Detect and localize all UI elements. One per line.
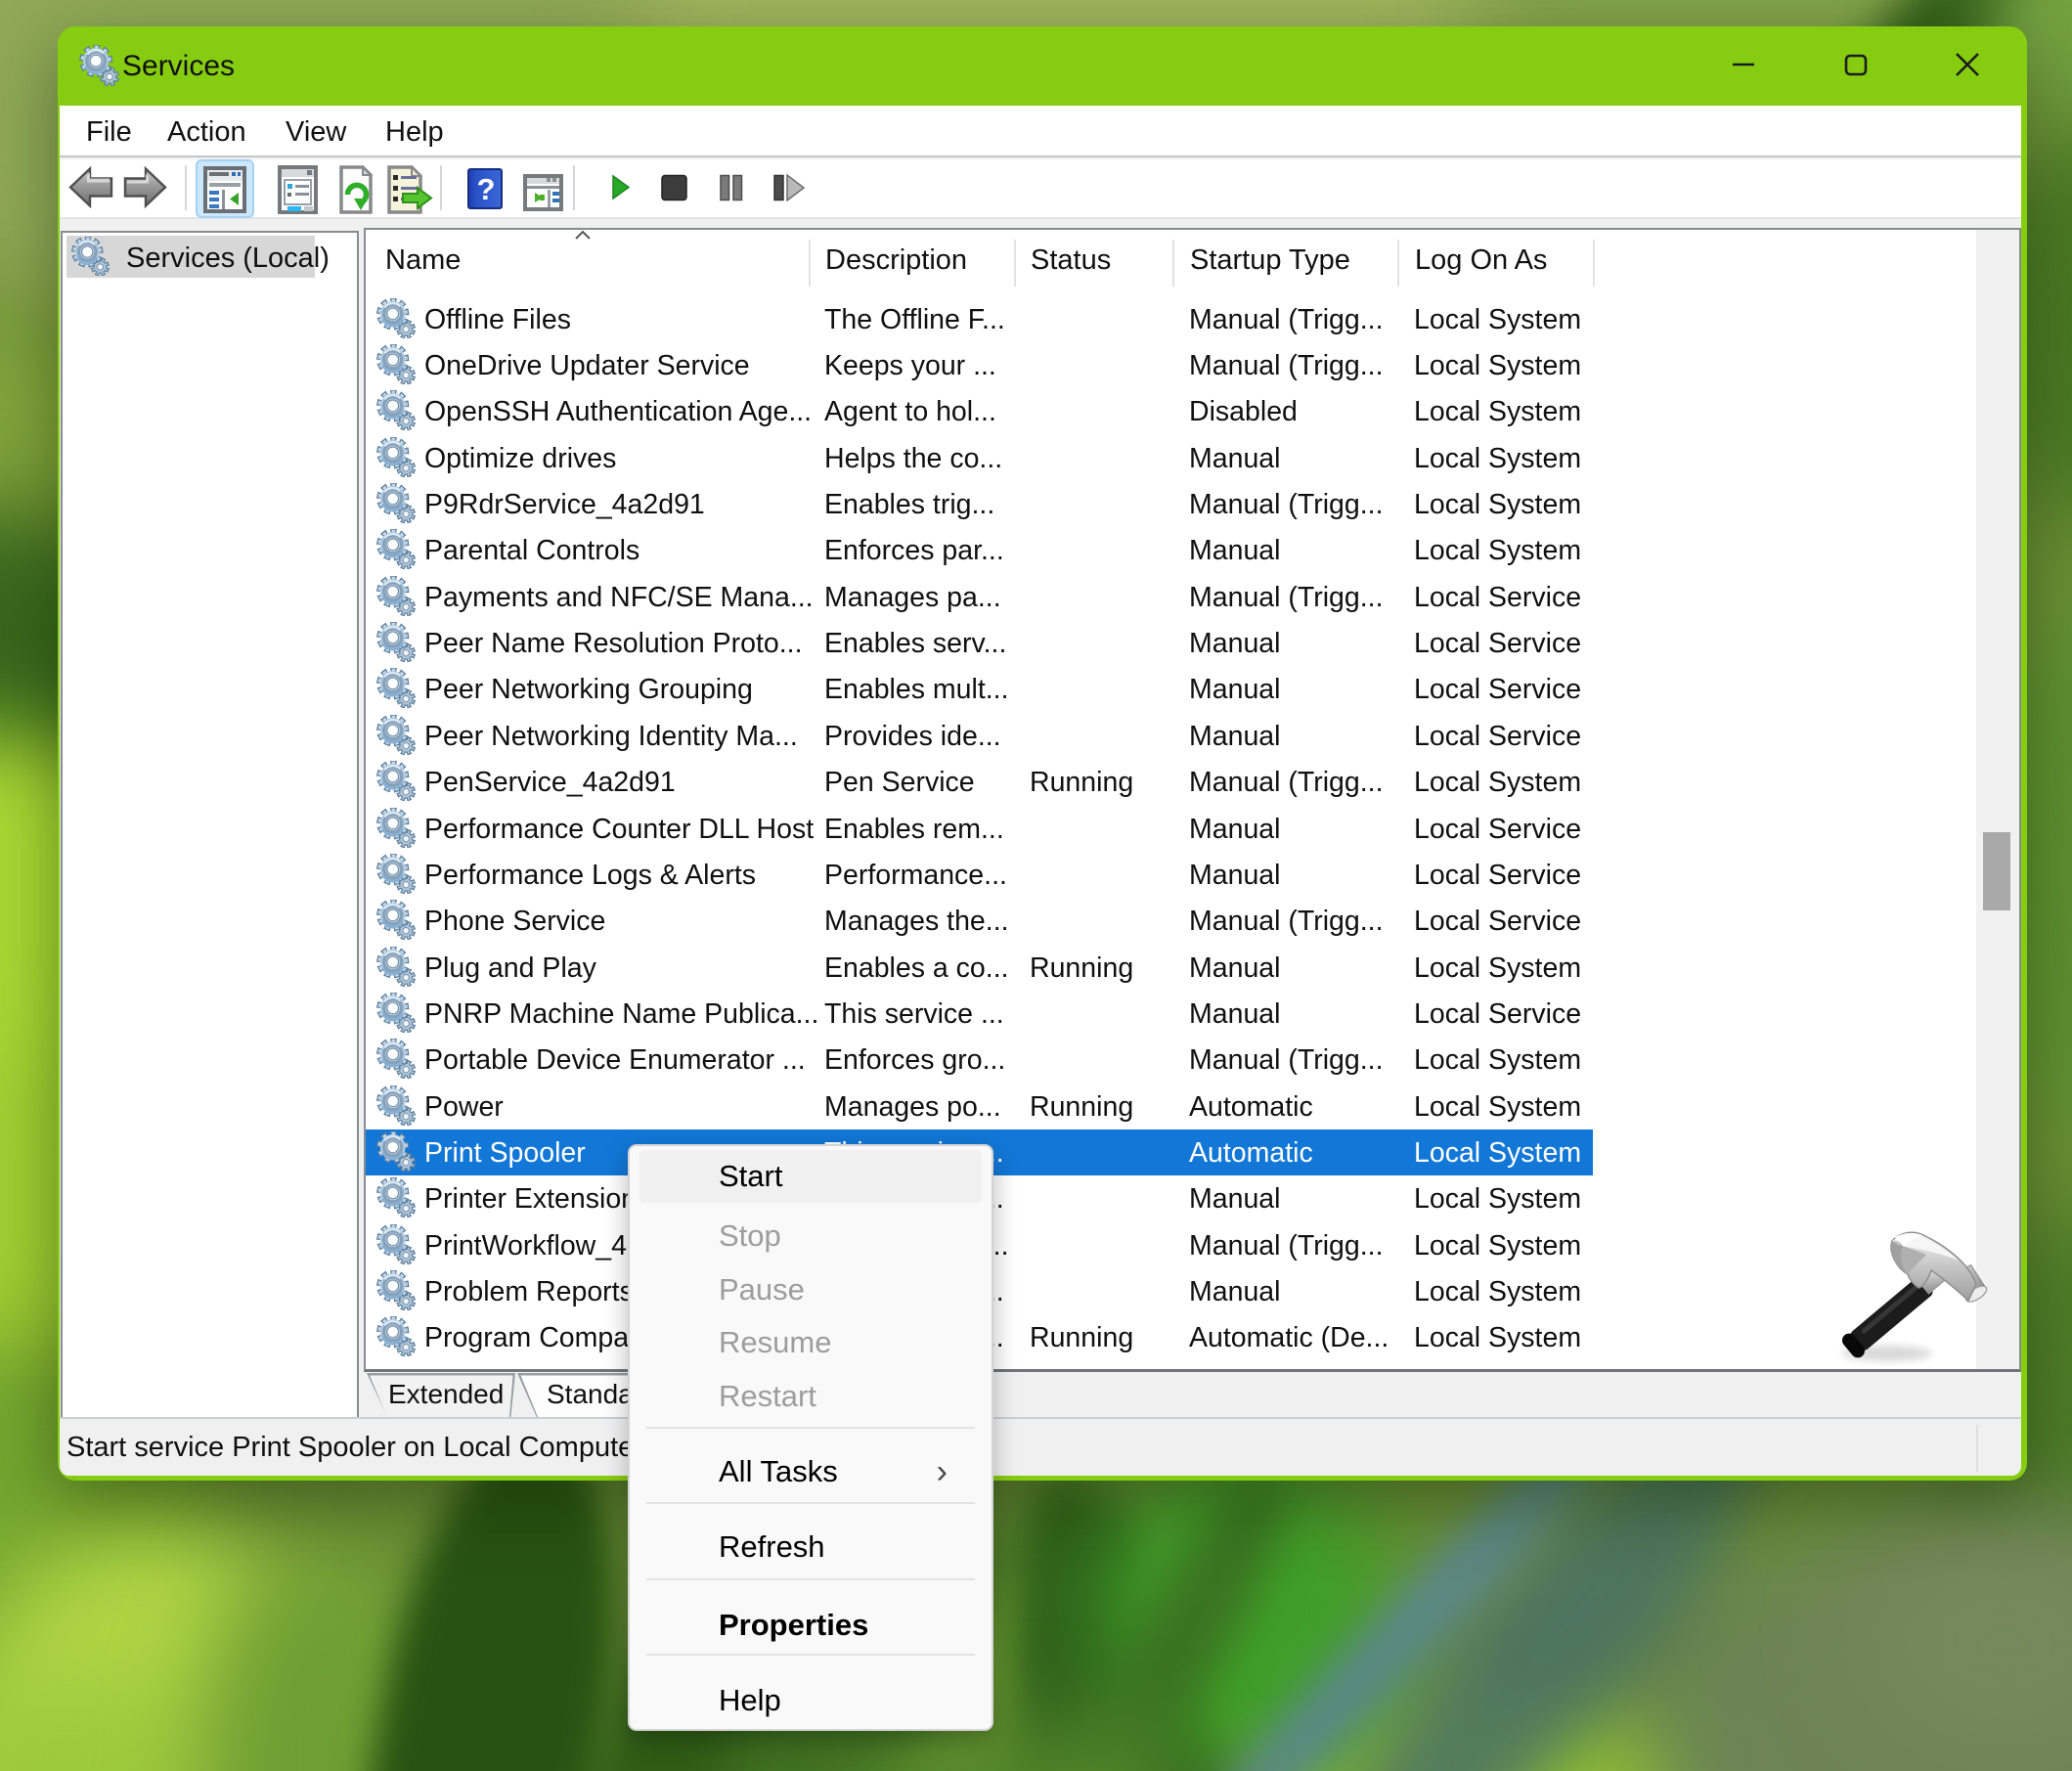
svg-text:?: ? — [477, 172, 496, 206]
